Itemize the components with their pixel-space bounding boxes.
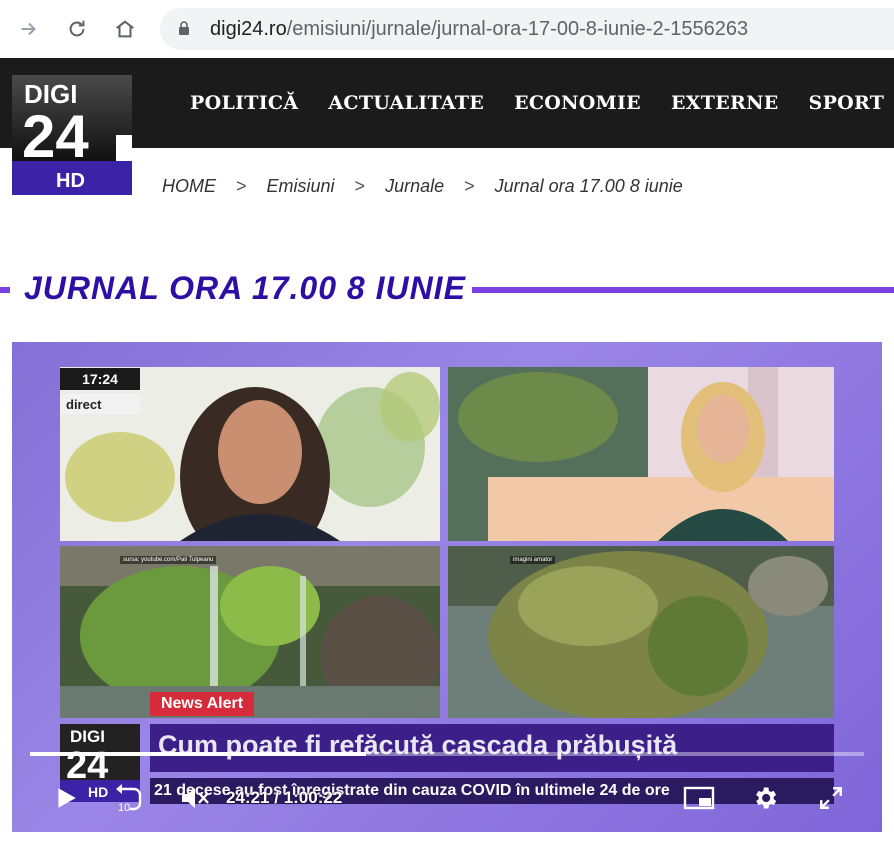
browser-toolbar: digi24.ro/emisiuni/jurnale/jurnal-ora-17… xyxy=(0,0,894,58)
progress-fill xyxy=(30,752,367,756)
video-logo-digi: DIGI xyxy=(70,727,105,746)
play-icon xyxy=(58,788,76,808)
headline-text: Cum poate fi refăcută cascada prăbușită xyxy=(158,730,678,760)
url-domain: digi24.ro xyxy=(210,18,287,40)
main-nav: POLITICĂ ACTUALITATE ECONOMIE EXTERNE SP… xyxy=(190,92,884,114)
address-bar[interactable]: digi24.ro/emisiuni/jurnale/jurnal-ora-17… xyxy=(160,8,894,50)
live-label: direct xyxy=(60,394,140,414)
url-text[interactable]: digi24.ro/emisiuni/jurnale/jurnal-ora-17… xyxy=(210,18,748,41)
current-time: 24:21 xyxy=(226,788,270,807)
breadcrumb-jurnale[interactable]: Jurnale xyxy=(385,176,444,196)
mute-button[interactable] xyxy=(178,782,212,814)
breadcrumb-home[interactable]: HOME xyxy=(162,176,216,196)
picture-in-picture-button[interactable] xyxy=(680,782,720,814)
video-player[interactable]: 17:24 direct sursa: youtube.com/Pali Tul… xyxy=(12,342,882,832)
time-display: 24:21 / 1:00:22 xyxy=(226,788,342,808)
duration: 1:00:22 xyxy=(283,788,343,807)
muted-speaker-icon xyxy=(182,788,209,808)
gear-icon xyxy=(756,787,777,809)
breadcrumb-separator: > xyxy=(464,176,475,196)
fullscreen-button[interactable] xyxy=(814,782,848,814)
breadcrumb-current: Jurnal ora 17.00 8 iunie xyxy=(494,176,683,196)
video-logo-hd: HD xyxy=(88,784,108,800)
nav-item-externe[interactable]: EXTERNE xyxy=(671,92,779,114)
news-alert-badge: News Alert xyxy=(150,692,254,716)
lock-icon[interactable] xyxy=(178,21,190,35)
settings-button[interactable] xyxy=(748,782,782,814)
time-separator: / xyxy=(274,788,279,807)
breadcrumb-separator: > xyxy=(236,176,247,196)
breadcrumb-separator: > xyxy=(354,176,366,196)
nav-item-politica[interactable]: POLITICĂ xyxy=(190,92,298,114)
home-icon[interactable] xyxy=(110,14,140,44)
broadcast-clock: 17:24 xyxy=(60,368,140,390)
rewind-10-button[interactable]: 10 xyxy=(110,782,146,814)
source-caption-2: imagini amator xyxy=(510,556,556,564)
logo-text-24: 24 xyxy=(22,103,89,170)
rewind-seconds: 10 xyxy=(118,802,130,813)
source-caption-1: sursa: youtube.com/Pali Tulpeanu xyxy=(120,556,217,564)
logo-text-hd: HD xyxy=(56,170,85,192)
forward-icon[interactable] xyxy=(14,14,44,44)
rewind-icon: 10 xyxy=(116,784,142,813)
page-title: JURNAL ORA 17.00 8 IUNIE xyxy=(24,270,466,306)
title-accent-right xyxy=(472,287,894,293)
title-accent-left xyxy=(0,287,10,293)
fullscreen-icon xyxy=(820,787,842,809)
video-panel-anchor xyxy=(448,367,834,541)
nav-item-actualitate[interactable]: ACTUALITATE xyxy=(328,92,484,114)
breadcrumb: HOME > Emisiuni > Jurnale > Jurnal ora 17.00 8… xyxy=(162,176,683,197)
reload-icon[interactable] xyxy=(62,14,92,44)
site-header: POLITICĂ ACTUALITATE ECONOMIE EXTERNE SP… xyxy=(0,58,894,148)
nav-item-sport[interactable]: SPORT xyxy=(809,92,885,114)
url-path: /emisiuni/jurnale/jurnal-ora-17-00-8-iun… xyxy=(286,18,749,40)
digi24-logo[interactable]: DIGI 24 HD xyxy=(12,75,132,195)
video-panel-rock xyxy=(448,546,834,718)
picture-in-picture-icon xyxy=(683,786,715,810)
breadcrumb-emisiuni[interactable]: Emisiuni xyxy=(267,176,335,196)
play-button[interactable] xyxy=(50,782,82,814)
nav-item-economie[interactable]: ECONOMIE xyxy=(514,92,641,114)
progress-bar[interactable] xyxy=(30,752,864,756)
